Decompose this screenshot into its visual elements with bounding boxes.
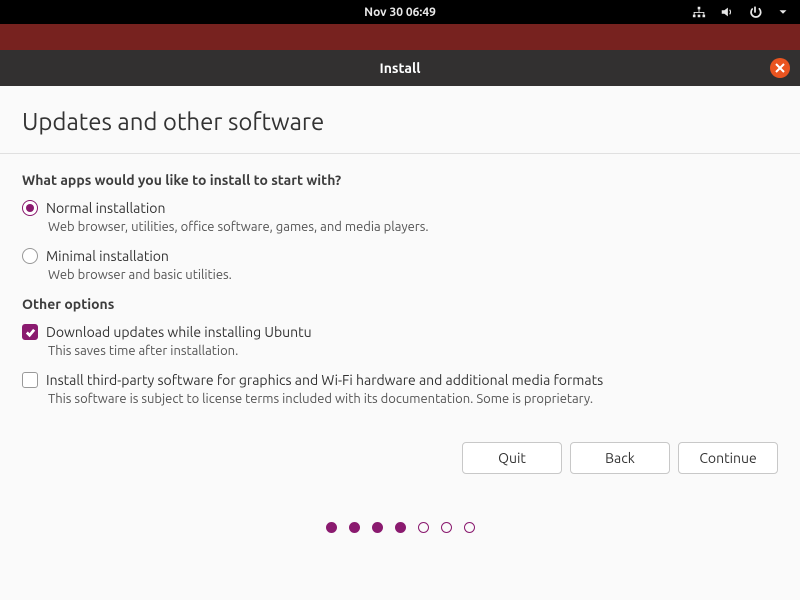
radio-label: Normal installation bbox=[46, 200, 165, 216]
radio-label: Minimal installation bbox=[46, 248, 169, 264]
divider bbox=[0, 153, 800, 154]
checkbox-label: Install third-party software for graphic… bbox=[46, 372, 603, 388]
option-third-party: Install third-party software for graphic… bbox=[22, 372, 778, 406]
volume-icon bbox=[720, 5, 734, 19]
close-button[interactable] bbox=[770, 58, 790, 78]
installer-page: Updates and other software What apps wou… bbox=[0, 86, 800, 406]
progress-dot bbox=[418, 522, 429, 533]
option-normal-install: Normal installation Web browser, utiliti… bbox=[22, 200, 778, 234]
option-download-updates: Download updates while installing Ubuntu… bbox=[22, 324, 778, 358]
network-icon bbox=[692, 5, 706, 19]
progress-dot bbox=[349, 522, 360, 533]
close-icon bbox=[775, 60, 785, 76]
checkbox-third-party[interactable]: Install third-party software for graphic… bbox=[22, 372, 778, 388]
power-icon bbox=[748, 5, 762, 19]
radio-icon bbox=[22, 248, 38, 264]
quit-button[interactable]: Quit bbox=[462, 442, 562, 474]
system-top-bar: Nov 30 06:49 bbox=[0, 0, 800, 24]
window-title: Install bbox=[380, 60, 421, 76]
button-row: Quit Back Continue bbox=[0, 442, 800, 474]
checkbox-label: Download updates while installing Ubuntu bbox=[46, 324, 312, 340]
back-button[interactable]: Back bbox=[570, 442, 670, 474]
window-titlebar: Install bbox=[0, 50, 800, 86]
progress-dot bbox=[372, 522, 383, 533]
radio-icon bbox=[22, 200, 38, 216]
radio-minimal-install[interactable]: Minimal installation bbox=[22, 248, 778, 264]
option-description: Web browser, utilities, office software,… bbox=[48, 220, 778, 234]
option-description: This saves time after installation. bbox=[48, 344, 778, 358]
radio-normal-install[interactable]: Normal installation bbox=[22, 200, 778, 216]
progress-dot bbox=[395, 522, 406, 533]
apps-question: What apps would you like to install to s… bbox=[22, 172, 778, 188]
system-status-area[interactable] bbox=[692, 5, 790, 19]
checkbox-icon bbox=[22, 324, 38, 340]
progress-dots bbox=[0, 522, 800, 533]
clock[interactable]: Nov 30 06:49 bbox=[364, 6, 436, 19]
option-description: Web browser and basic utilities. bbox=[48, 268, 778, 282]
checkbox-download-updates[interactable]: Download updates while installing Ubuntu bbox=[22, 324, 778, 340]
checkbox-icon bbox=[22, 372, 38, 388]
continue-button[interactable]: Continue bbox=[678, 442, 778, 474]
option-minimal-install: Minimal installation Web browser and bas… bbox=[22, 248, 778, 282]
option-description: This software is subject to license term… bbox=[48, 392, 778, 406]
desktop-background-strip bbox=[0, 24, 800, 50]
chevron-down-icon bbox=[776, 5, 790, 19]
progress-dot bbox=[326, 522, 337, 533]
other-options-heading: Other options bbox=[22, 296, 778, 312]
progress-dot bbox=[441, 522, 452, 533]
page-heading: Updates and other software bbox=[22, 108, 778, 135]
progress-dot bbox=[464, 522, 475, 533]
